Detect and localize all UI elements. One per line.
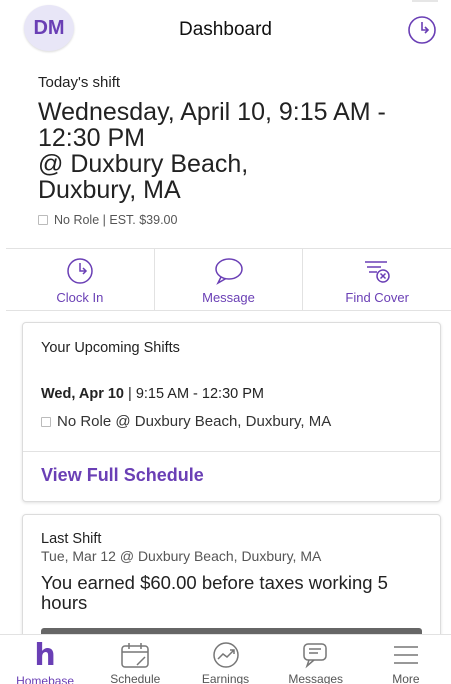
chat-bubble-icon	[214, 258, 243, 285]
app-header: DM Dashboard	[0, 0, 451, 62]
upcoming-shift-date: Wed, Apr 10	[41, 386, 124, 402]
view-full-schedule-link[interactable]: View Full Schedule	[41, 465, 204, 486]
clock-in-icon	[67, 258, 93, 284]
clock-in-button[interactable]: Clock In	[6, 249, 154, 310]
tab-schedule[interactable]: Schedule	[90, 635, 180, 684]
messages-icon	[302, 643, 327, 669]
clock-in-label: Clock In	[56, 290, 104, 305]
homebase-logo-icon: h	[34, 638, 56, 673]
shift-role-estimate: No Role | EST. $39.00	[54, 213, 178, 227]
tab-label: Messages	[288, 672, 344, 684]
upcoming-shifts-title: Your Upcoming Shifts	[41, 340, 180, 356]
last-shift-title: Last Shift	[41, 531, 102, 547]
upcoming-shifts-card: Your Upcoming Shifts Wed, Apr 10 | 9:15 …	[22, 322, 441, 502]
todays-shift-details: Wednesday, April 10, 9:15 AM - 12:30 PM …	[38, 99, 448, 203]
shift-end-time-line: 12:30 PM	[38, 124, 146, 152]
earnings-chart-icon	[212, 642, 239, 668]
last-shift-earnings: You earned $60.00 before taxes working 5…	[41, 572, 388, 613]
upcoming-shift-location: No Role @ Duxbury Beach, Duxbury, MA	[57, 413, 332, 430]
quick-actions: Clock In Message Find Cover	[6, 248, 451, 311]
calendar-icon	[121, 643, 150, 668]
todays-shift-label: Today's shift	[38, 74, 121, 91]
tab-label: Earnings	[201, 672, 250, 684]
find-cover-icon	[365, 261, 390, 283]
tab-label: More	[392, 672, 420, 684]
tab-homebase[interactable]: h Homebase	[0, 635, 90, 684]
find-cover-button[interactable]: Find Cover	[302, 249, 451, 310]
tab-label: Schedule	[110, 672, 161, 684]
upcoming-shift-time[interactable]: Wed, Apr 10 | 9:15 AM - 12:30 PM	[41, 386, 264, 402]
tab-earnings[interactable]: Earnings	[180, 635, 270, 684]
page-title: Dashboard	[179, 19, 272, 40]
tab-more[interactable]: More	[361, 635, 451, 684]
hamburger-menu-icon	[393, 646, 418, 664]
tab-messages[interactable]: Messages	[271, 635, 361, 684]
bottom-tab-bar: h Homebase Schedule Earnings Messages Mo…	[0, 634, 451, 684]
upcoming-shift-hours: 9:15 AM - 12:30 PM	[135, 386, 264, 402]
tab-label: Homebase	[16, 674, 75, 684]
shift-meta: No Role | EST. $39.00	[38, 213, 448, 227]
separator: |	[124, 386, 136, 402]
message-label: Message	[202, 290, 255, 305]
last-shift-card: Last Shift Tue, Mar 12 @ Duxbury Beach, …	[22, 514, 441, 654]
role-checkbox-icon	[38, 215, 48, 225]
last-shift-subtitle: Tue, Mar 12 @ Duxbury Beach, Duxbury, MA	[41, 548, 322, 564]
role-checkbox-icon	[41, 416, 51, 427]
shift-location-line: @ Duxbury Beach,	[38, 150, 249, 178]
todays-shift-section: Today's shift Wednesday, April 10, 9:15 …	[38, 72, 448, 227]
shift-datetime-line: Wednesday, April 10, 9:15 AM -	[38, 98, 386, 126]
message-button[interactable]: Message	[153, 249, 303, 310]
upcoming-shift-detail: No Role @ Duxbury Beach, Duxbury, MA	[41, 413, 331, 430]
divider	[412, 0, 438, 2]
divider	[23, 451, 440, 452]
clock-in-icon[interactable]	[405, 14, 439, 46]
find-cover-label: Find Cover	[345, 290, 409, 305]
shift-city-line: Duxbury, MA	[38, 176, 181, 204]
